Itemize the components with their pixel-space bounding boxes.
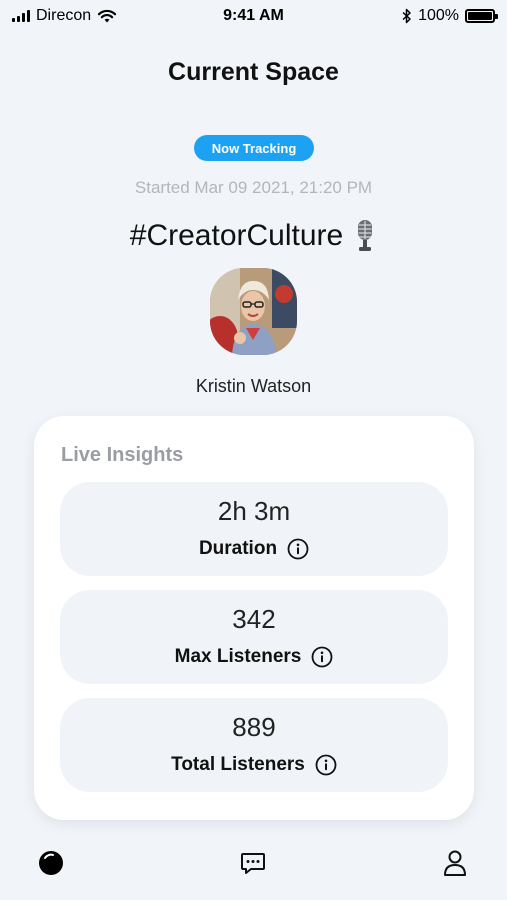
- live-insights-card: Live Insights 2h 3m Duration 342 Max Lis…: [34, 416, 474, 820]
- battery-icon: [465, 9, 498, 23]
- metric-label: Total Listeners: [171, 754, 305, 775]
- battery-percent: 100%: [418, 7, 459, 24]
- info-icon[interactable]: [311, 646, 333, 668]
- metric-total-listeners: 889 Total Listeners: [60, 698, 448, 792]
- profile-icon: [444, 850, 466, 876]
- host-photo: [210, 268, 297, 355]
- signal-icon: [12, 10, 30, 22]
- tab-spaces[interactable]: [37, 849, 65, 877]
- status-right: 100%: [402, 7, 498, 25]
- chat-icon: [241, 853, 265, 874]
- carrier-name: Direcon: [36, 7, 92, 24]
- info-icon[interactable]: [287, 538, 309, 560]
- metric-label-row: Total Listeners: [60, 754, 448, 776]
- metric-label: Duration: [198, 538, 278, 559]
- info-icon[interactable]: [315, 754, 337, 776]
- status-badge: Now Tracking: [194, 135, 314, 161]
- metric-value: 342: [232, 604, 276, 634]
- tab-bar: [0, 838, 507, 888]
- microphone-icon: [358, 220, 373, 251]
- status-left: Direcon: [12, 7, 117, 25]
- metric-max-listeners: 342 Max Listeners: [60, 590, 448, 684]
- metric-duration: 2h 3m Duration: [60, 482, 448, 576]
- metric-label-row: Duration: [60, 538, 448, 560]
- tab-chat[interactable]: [239, 849, 267, 877]
- tab-profile[interactable]: [441, 849, 469, 877]
- host-name: Kristin Watson: [195, 376, 312, 396]
- page-title: Current Space: [168, 58, 339, 86]
- metric-label-row: Max Listeners: [60, 646, 448, 668]
- avatar: [210, 268, 297, 355]
- space-title-row: #CreatorCulture: [0, 216, 507, 256]
- started-timestamp: Started Mar 09 2021, 21:20 PM: [134, 178, 373, 197]
- insights-label: Live Insights: [61, 444, 184, 466]
- wifi-icon: [98, 9, 117, 23]
- space-title: #CreatorCulture: [129, 219, 344, 252]
- metric-value: 889: [232, 712, 276, 742]
- spaces-icon: [39, 851, 63, 875]
- bluetooth-icon: [402, 8, 411, 24]
- status-bar: Direcon 9:41 AM 100%: [0, 0, 507, 32]
- metric-value: 2h 3m: [217, 496, 291, 526]
- metric-label: Max Listeners: [174, 646, 302, 667]
